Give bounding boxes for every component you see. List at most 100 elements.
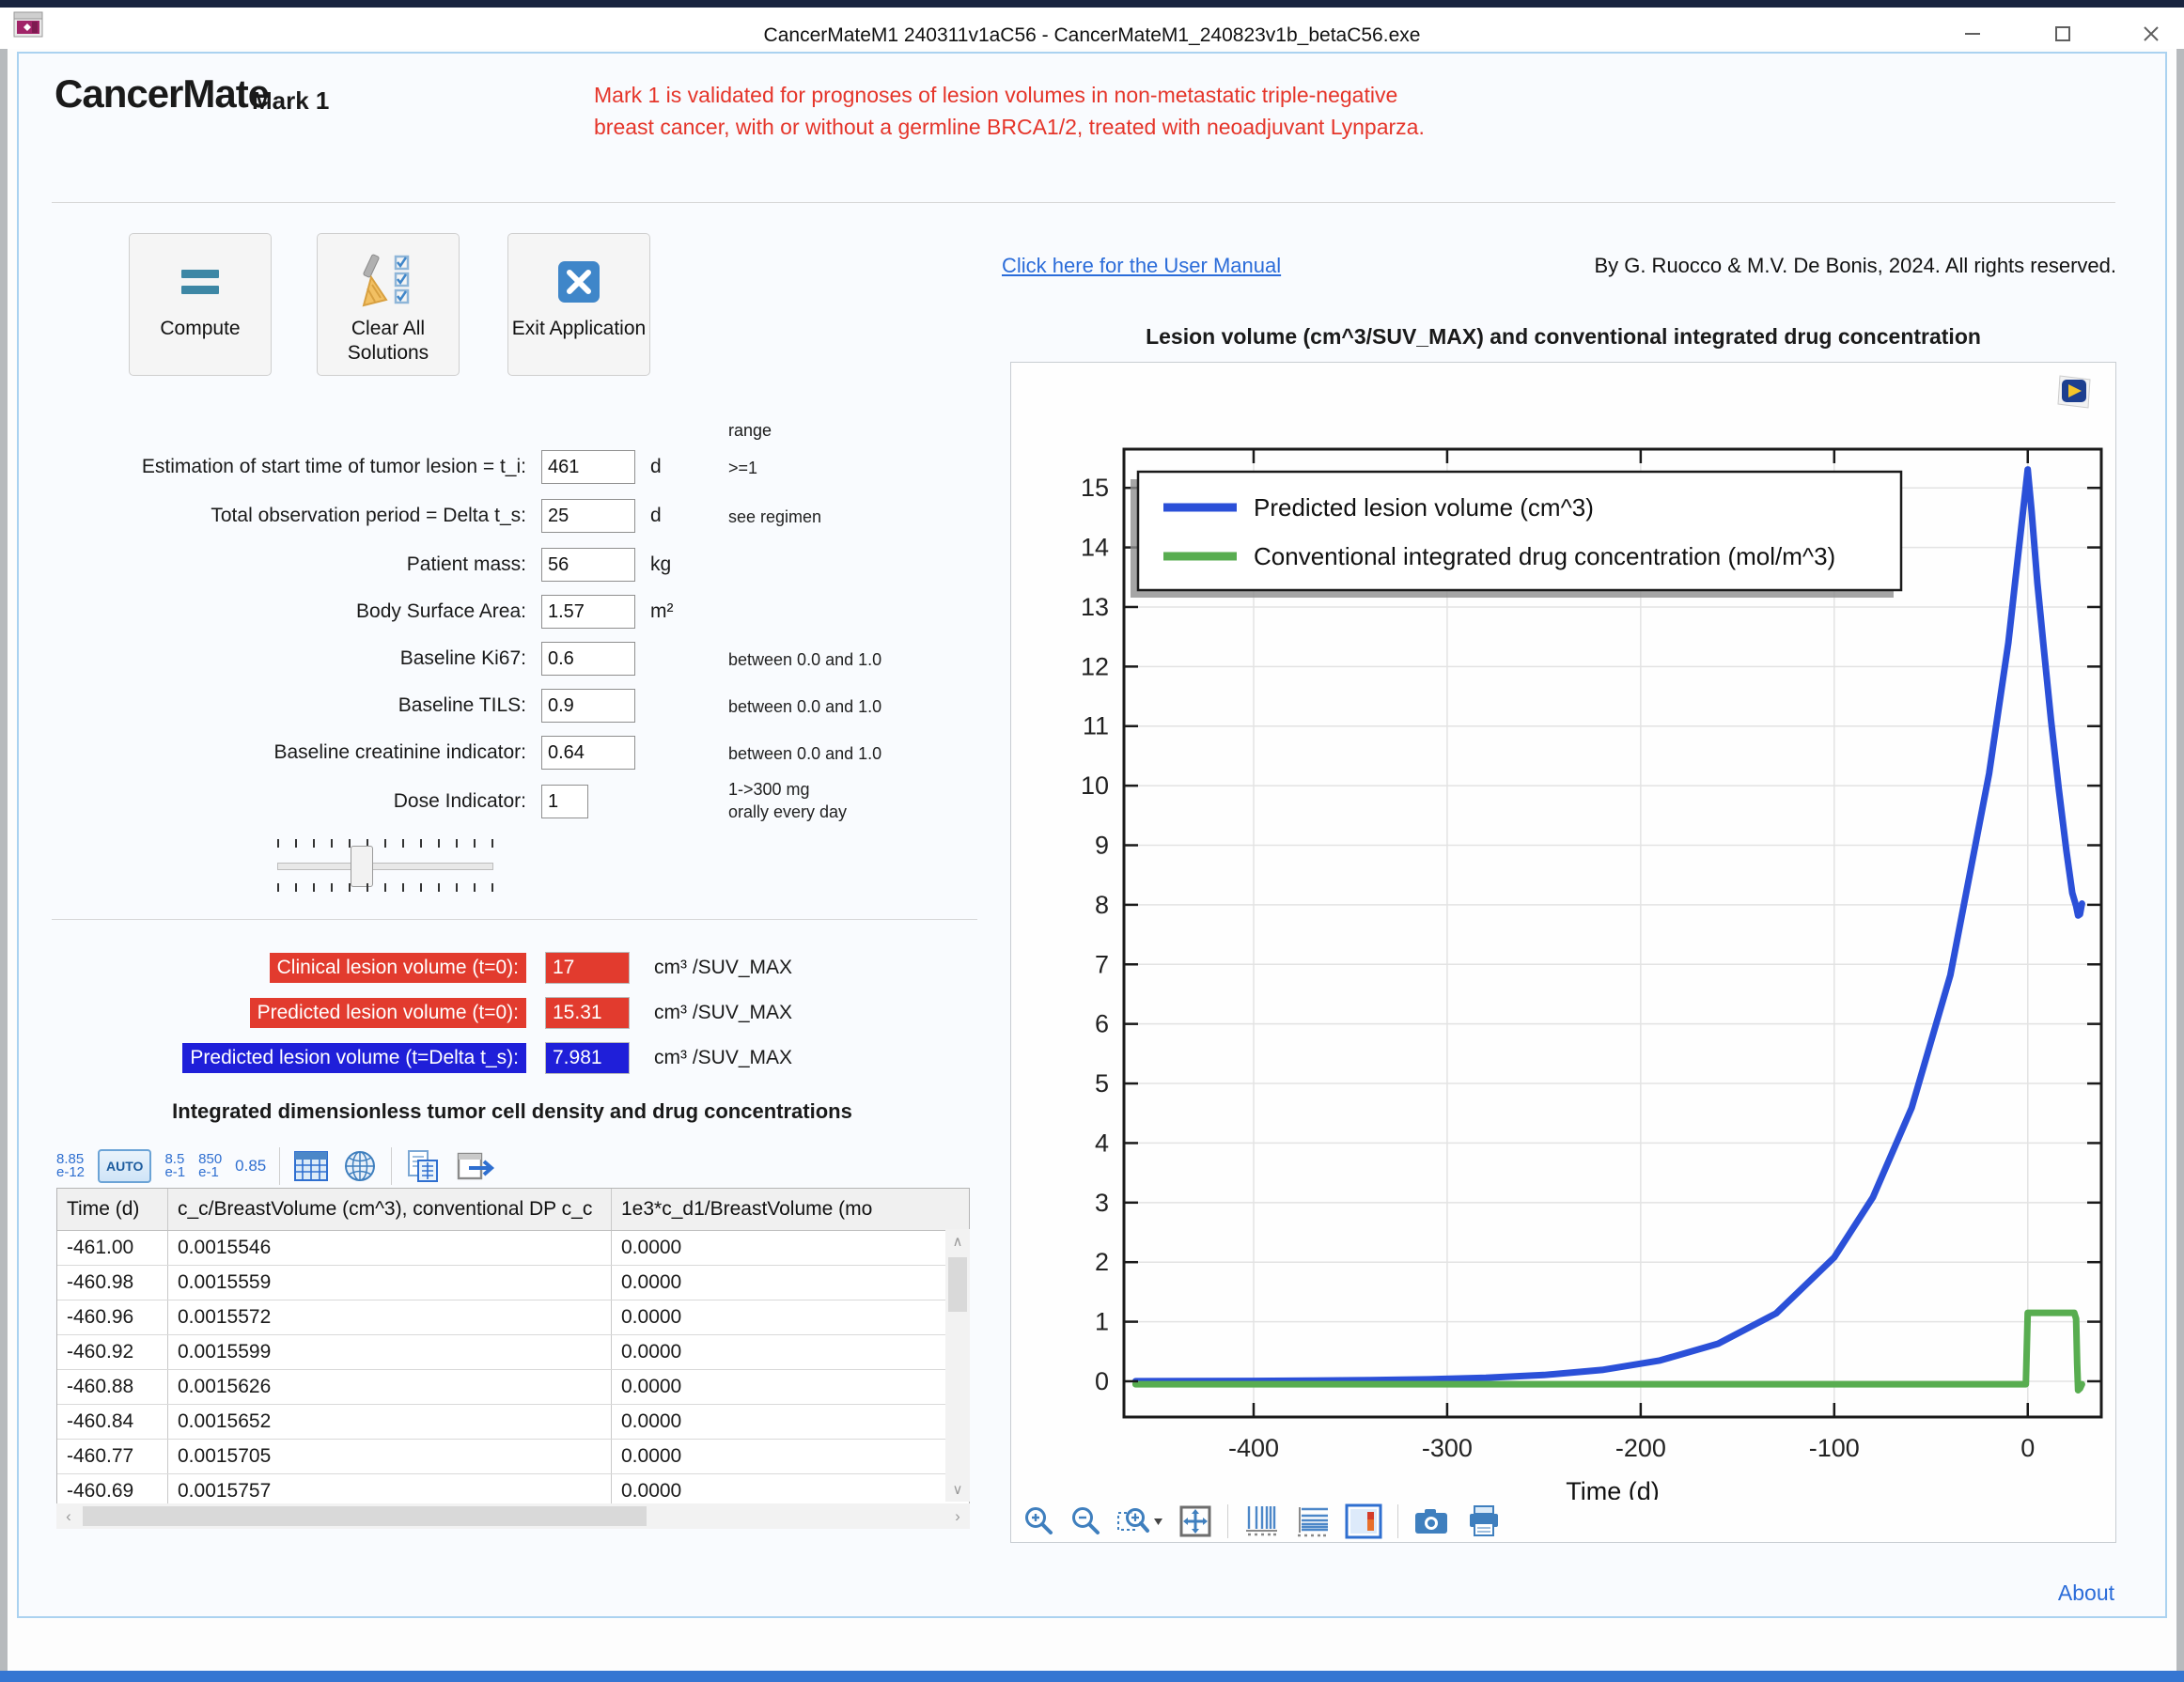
scroll-right-icon[interactable]: ›	[945, 1503, 970, 1529]
ki67-range: between 0.0 and 1.0	[728, 648, 881, 671]
zoom-out-button[interactable]	[1069, 1505, 1101, 1537]
table-vertical-scrollbar[interactable]: ∧ ∨	[945, 1229, 970, 1502]
y-tick-label: 12	[1081, 652, 1109, 680]
y-tick-label: 9	[1095, 832, 1109, 860]
patient-mass-label: Patient mass:	[38, 553, 541, 576]
format-scientific-button[interactable]: 8.85 e-12	[56, 1153, 85, 1180]
predicted-t0-value[interactable]: 15.31	[545, 997, 630, 1029]
full-precision-button[interactable]	[342, 1149, 378, 1183]
format-auto-button[interactable]: AUTO	[98, 1149, 151, 1183]
export-table-button[interactable]	[456, 1149, 495, 1183]
print-button[interactable]	[1466, 1504, 1504, 1538]
format-decimal-button[interactable]: 0.85	[235, 1159, 266, 1174]
copy-table-button[interactable]	[405, 1148, 443, 1184]
dose-slider[interactable]	[277, 839, 493, 894]
maximize-icon	[2052, 23, 2073, 44]
slider-track[interactable]	[277, 863, 493, 870]
horizontal-scroll-thumb[interactable]	[83, 1506, 647, 1526]
scroll-left-icon[interactable]: ‹	[56, 1503, 81, 1529]
table-row[interactable]: -460.920.00155990.0000	[57, 1335, 969, 1370]
compute-button[interactable]: Compute	[129, 233, 272, 376]
form-row-ki67: Baseline Ki67:	[38, 641, 635, 677]
toolbar-separator	[279, 1147, 280, 1185]
titlebar: CancerMateM1 240311v1aC56 - CancerMateM1…	[0, 8, 2184, 49]
slider-handle[interactable]	[351, 846, 373, 887]
close-button[interactable]	[2129, 21, 2173, 47]
zoom-extents-button[interactable]	[1178, 1504, 1212, 1538]
y-tick-label: 0	[1095, 1367, 1109, 1395]
table-cell: 0.0000	[612, 1266, 920, 1300]
format-engineering-button[interactable]: 8.5 e-1	[164, 1153, 185, 1180]
snapshot-button[interactable]	[1413, 1505, 1451, 1537]
exit-application-label: Exit Application	[512, 317, 646, 341]
tils-input[interactable]	[541, 689, 635, 723]
table-row[interactable]: -460.980.00155590.0000	[57, 1266, 969, 1300]
broom-checklist-icon	[354, 247, 422, 317]
y-tick-label: 4	[1095, 1129, 1109, 1157]
table-row[interactable]: -460.770.00157050.0000	[57, 1440, 969, 1474]
zoom-box-icon	[1116, 1505, 1163, 1537]
clinical-volume-value[interactable]: 17	[545, 952, 630, 984]
x-tick-label: -100	[1809, 1434, 1860, 1462]
zoom-in-button[interactable]	[1022, 1505, 1054, 1537]
predicted-ts-value[interactable]: 7.981	[545, 1042, 630, 1074]
about-link[interactable]: About	[1992, 1581, 2114, 1606]
clinical-volume-unit: cm³ /SUV_MAX	[654, 957, 792, 979]
clear-all-solutions-button[interactable]: Clear All Solutions	[317, 233, 460, 376]
table-row[interactable]: -460.880.00156260.0000	[57, 1370, 969, 1405]
table-row[interactable]: -460.840.00156520.0000	[57, 1405, 969, 1440]
table-body: -461.000.00155460.0000-460.980.00155590.…	[57, 1231, 969, 1508]
results-table: Time (d) c_c/BreastVolume (cm^3), conven…	[56, 1188, 970, 1509]
start-time-input[interactable]	[541, 450, 635, 484]
observation-period-input[interactable]	[541, 499, 635, 533]
ki67-input[interactable]	[541, 642, 635, 676]
patient-mass-input[interactable]	[541, 548, 635, 582]
col-header-cc[interactable]: c_c/BreastVolume (cm^3), conventional DP…	[168, 1189, 612, 1230]
table-horizontal-scrollbar[interactable]: ‹ ›	[56, 1503, 970, 1529]
table-cell: 0.0000	[612, 1335, 920, 1369]
vertical-scroll-thumb[interactable]	[948, 1257, 967, 1312]
table-view-button[interactable]	[293, 1149, 329, 1183]
predicted-t0-label: Predicted lesion volume (t=0):	[250, 998, 526, 1028]
header-divider	[52, 202, 2115, 203]
bsa-input[interactable]	[541, 595, 635, 629]
dose-range: 1->300 mg orally every day	[728, 778, 847, 824]
col-header-cd1[interactable]: 1e3*c_d1/BreastVolume (mo	[612, 1189, 920, 1230]
plot-window-settings-button[interactable]	[1345, 1503, 1382, 1539]
minimize-button[interactable]	[1951, 21, 1994, 47]
maximize-button[interactable]	[2041, 21, 2084, 47]
user-manual-link[interactable]: Click here for the User Manual	[1002, 254, 1281, 278]
observation-period-label: Total observation period = Delta t_s:	[38, 505, 541, 527]
exit-application-button[interactable]: Exit Application	[507, 233, 650, 376]
table-cell: 0.0000	[612, 1370, 920, 1404]
validation-note: Mark 1 is validated for prognoses of les…	[594, 79, 1449, 143]
export-icon	[456, 1149, 495, 1183]
scroll-up-icon[interactable]: ∧	[945, 1229, 970, 1254]
comsol-plot-icon[interactable]	[2052, 370, 2096, 413]
y-log-grid-icon	[1294, 1504, 1330, 1538]
zoom-box-button[interactable]	[1116, 1505, 1163, 1537]
plot-svg[interactable]: -400-300-200-10000123456789101112131415T…	[1021, 410, 2111, 1500]
table-cell: 0.0015652	[168, 1405, 612, 1439]
window-top-strip	[0, 0, 2184, 8]
table-row[interactable]: -460.960.00155720.0000	[57, 1300, 969, 1335]
form-row-bsa: Body Surface Area: m²	[38, 594, 674, 630]
table-cell: 0.0000	[612, 1440, 920, 1473]
dose-indicator-input[interactable]	[541, 785, 588, 818]
y-tick-label: 14	[1081, 534, 1109, 562]
creatinine-input[interactable]	[541, 736, 635, 770]
clear-all-solutions-label: Clear All Solutions	[318, 317, 459, 366]
y-axis-log-button[interactable]	[1294, 1504, 1330, 1538]
scroll-down-icon[interactable]: ∨	[945, 1477, 970, 1502]
table-grid-icon	[293, 1149, 329, 1183]
window-right-border	[2176, 49, 2184, 1671]
exit-x-icon	[554, 247, 603, 317]
col-header-time[interactable]: Time (d)	[57, 1189, 168, 1230]
format-engineering2-button[interactable]: 850 e-1	[198, 1153, 222, 1180]
slider-ticks-top	[277, 839, 493, 848]
window-title: CancerMateM1 240311v1aC56 - CancerMateM1…	[0, 24, 2184, 47]
integration-section-title: Integrated dimensionless tumor cell dens…	[56, 1099, 968, 1124]
table-row[interactable]: -461.000.00155460.0000	[57, 1231, 969, 1266]
tils-label: Baseline TILS:	[38, 694, 541, 717]
x-axis-log-button[interactable]	[1243, 1504, 1279, 1538]
